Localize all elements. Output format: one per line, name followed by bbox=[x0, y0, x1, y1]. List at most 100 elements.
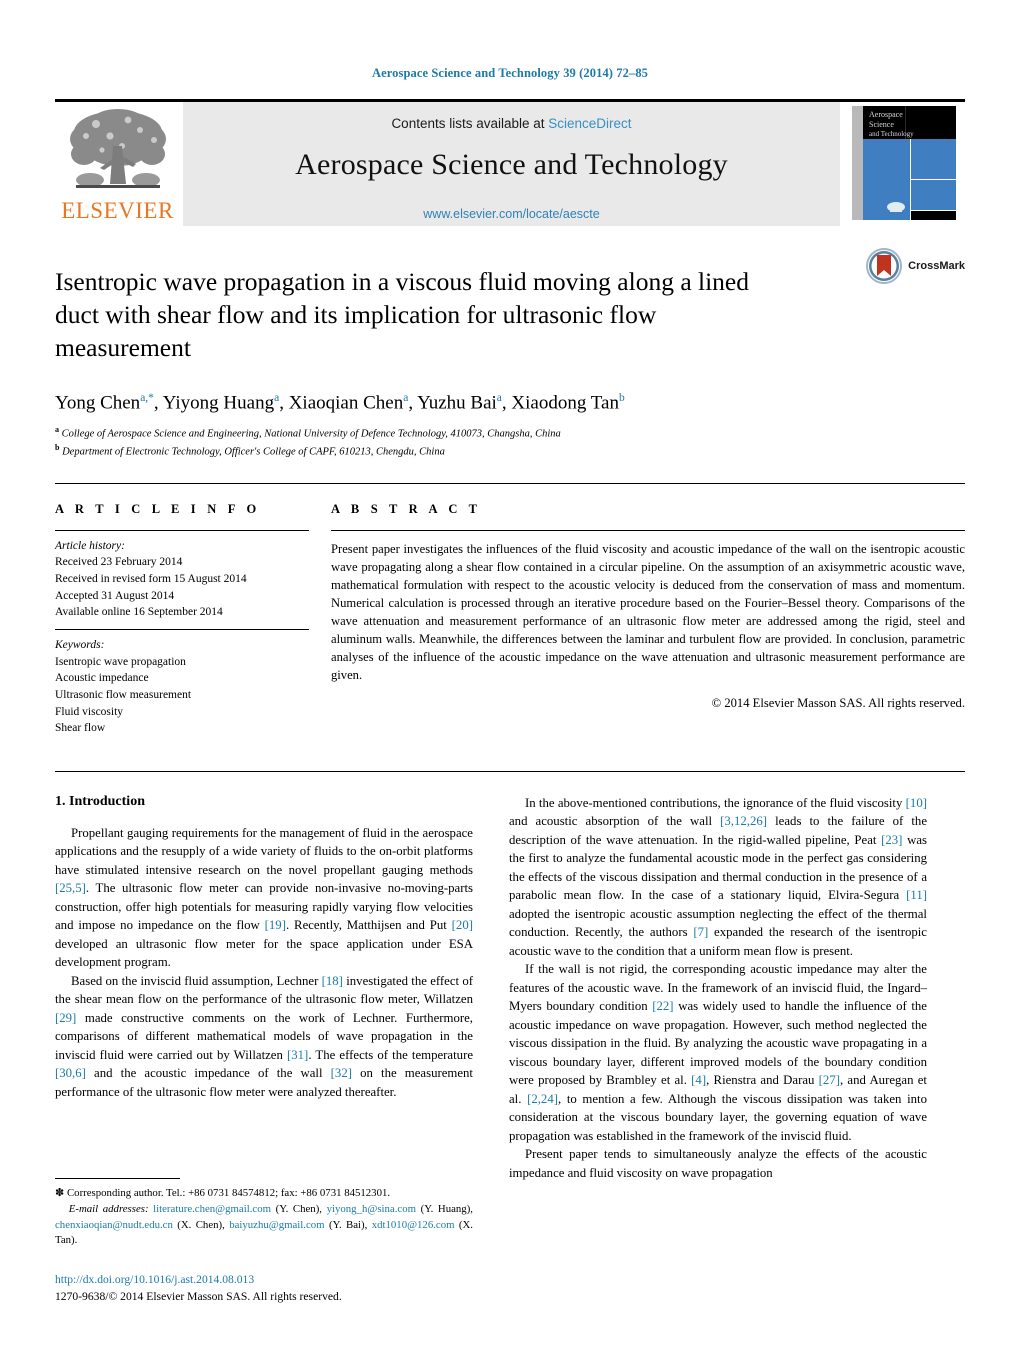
author-name: Yuzhu Bai bbox=[417, 392, 497, 413]
body-paragraph: Propellant gauging requirements for the … bbox=[55, 825, 473, 970]
article-history-group: Article history: Received 23 February 20… bbox=[55, 531, 309, 629]
affiliation-line: a College of Aerospace Science and Engin… bbox=[55, 424, 561, 440]
body-paragraph: In the above-mentioned contributions, th… bbox=[509, 795, 928, 958]
citation-link[interactable]: [19] bbox=[265, 918, 286, 932]
article-history-item: Received in revised form 15 August 2014 bbox=[55, 572, 247, 585]
journal-banner: Contents lists available at ScienceDirec… bbox=[183, 102, 840, 226]
article-history-lines: Received 23 February 2014 Received in rev… bbox=[55, 554, 309, 621]
elsevier-logo: ELSEVIER bbox=[55, 102, 180, 226]
journal-title: Aerospace Science and Technology bbox=[295, 148, 728, 181]
keywords-group: Keywords: Isentropic wave propagation Aco… bbox=[55, 630, 309, 745]
article-history-item: Accepted 31 August 2014 bbox=[55, 589, 175, 602]
email-link[interactable]: baiyuzhu@gmail.com bbox=[229, 1219, 324, 1231]
email-owner: (Y. Bai), bbox=[324, 1218, 372, 1231]
keyword-item: Acoustic impedance bbox=[55, 672, 149, 685]
keyword-item: Shear flow bbox=[55, 722, 106, 735]
crossmark-label: CrossMark bbox=[908, 260, 965, 272]
citation-link[interactable]: [27] bbox=[819, 1073, 840, 1087]
body-right-column: In the above-mentioned contributions, th… bbox=[509, 794, 927, 1182]
author-affiliation-mark: a bbox=[403, 391, 409, 404]
email-addresses-label: E-mail addresses: bbox=[55, 1202, 154, 1215]
crossmark-icon bbox=[866, 248, 903, 284]
citation-link[interactable]: [31] bbox=[287, 1048, 308, 1062]
body-divider bbox=[55, 770, 965, 772]
article-history-label: Article history: bbox=[55, 539, 125, 552]
abstract-column: A B S T R A C T Present paper investigat… bbox=[327, 502, 965, 745]
journal-cover-thumbnail: Aerospace Science and Technology bbox=[843, 102, 965, 226]
citation-link[interactable]: [30,6] bbox=[55, 1066, 86, 1080]
cover-image: Aerospace Science and Technology bbox=[850, 103, 958, 225]
citation-link[interactable]: [32] bbox=[331, 1066, 352, 1080]
keyword-item: Isentropic wave propagation bbox=[55, 655, 186, 668]
body-paragraph: If the wall is not rigid, the correspond… bbox=[509, 962, 927, 1143]
affiliation-list: a College of Aerospace Science and Engin… bbox=[55, 424, 965, 461]
footnote-text: ✽ Corresponding author. Tel.: +86 0731 8… bbox=[55, 1186, 473, 1249]
email-link[interactable]: xdt1010@126.com bbox=[372, 1219, 455, 1231]
crossmark-badge[interactable]: CrossMark bbox=[866, 248, 965, 284]
running-head: Aerospace Science and Technology 39 (201… bbox=[371, 66, 649, 80]
article-info-column: A R T I C L E I N F O Article history: R… bbox=[55, 502, 327, 745]
svg-text:and Technology: and Technology bbox=[869, 130, 914, 138]
email-link[interactable]: yiyong_h@sina.com bbox=[327, 1203, 416, 1215]
author-name: Yong Chen bbox=[55, 392, 141, 413]
citation-link[interactable]: [7] bbox=[693, 925, 708, 939]
right-paragraphs: In the above-mentioned contributions, th… bbox=[509, 794, 927, 1182]
author-affiliation-mark: b bbox=[618, 391, 625, 404]
author-list: Yong Chena,*, Yiyong Huanga, Xiaoqian Ch… bbox=[55, 391, 625, 413]
keyword-item: Fluid viscosity bbox=[55, 705, 124, 718]
elsevier-tree-icon bbox=[69, 109, 166, 188]
citation-link[interactable]: [25,5] bbox=[55, 881, 86, 895]
email-link[interactable]: chenxiaoqian@nudt.edu.cn bbox=[55, 1219, 173, 1231]
citation-link[interactable]: [18] bbox=[322, 974, 343, 988]
citation-link[interactable]: [4] bbox=[691, 1073, 706, 1087]
article-info-heading: A R T I C L E I N F O bbox=[55, 501, 261, 516]
citation-link[interactable]: [2,24] bbox=[527, 1092, 558, 1106]
article-history-item: Received 23 February 2014 bbox=[55, 556, 183, 569]
affiliation-line: b Department of Electronic Technology, O… bbox=[55, 443, 445, 458]
info-abstract-section: A R T I C L E I N F O Article history: R… bbox=[55, 482, 965, 745]
elsevier-wordmark: ELSEVIER bbox=[61, 198, 174, 223]
contents-available-line: Contents lists available at ScienceDirec… bbox=[391, 116, 631, 131]
footnote-block: ✽ Corresponding author. Tel.: +86 0731 8… bbox=[55, 1178, 473, 1249]
citation-link[interactable]: [20] bbox=[452, 918, 473, 932]
footnote-divider bbox=[55, 1178, 180, 1179]
journal-homepage-link[interactable]: www.elsevier.com/locate/aescte bbox=[423, 207, 599, 221]
corresponding-author-marker: ✽ bbox=[55, 1187, 67, 1199]
journal-masthead: ELSEVIER Contents lists available at Sci… bbox=[55, 99, 965, 226]
body-paragraph: Present paper tends to simultaneously an… bbox=[509, 1147, 927, 1180]
article-history-item: Available online 16 September 2014 bbox=[55, 606, 223, 619]
svg-text:Aerospace: Aerospace bbox=[869, 110, 903, 119]
author-affiliation-mark: a,* bbox=[140, 391, 154, 404]
author-name: Xiaodong Tan bbox=[511, 392, 619, 413]
svg-text:Science: Science bbox=[869, 120, 894, 129]
author-name: Yiyong Huang bbox=[162, 392, 275, 413]
body-columns: 1. Introduction Propellant gauging requi… bbox=[55, 794, 965, 1182]
author-affiliation-mark: a bbox=[496, 391, 502, 404]
keyword-item: Ultrasonic flow measurement bbox=[55, 688, 192, 701]
keywords-label: Keywords: bbox=[55, 638, 105, 651]
citation-link[interactable]: [11] bbox=[906, 888, 927, 902]
contents-prefix: Contents lists available at bbox=[391, 116, 549, 131]
email-link[interactable]: literature.chen@gmail.com bbox=[153, 1203, 271, 1215]
section-heading-introduction: 1. Introduction bbox=[55, 793, 145, 809]
email-owner: (Y. Chen), bbox=[271, 1202, 327, 1215]
abstract-heading: A B S T R A C T bbox=[331, 501, 482, 516]
citation-link[interactable]: [22] bbox=[652, 999, 673, 1013]
citation-link[interactable]: [10] bbox=[906, 796, 927, 810]
citation-link[interactable]: [23] bbox=[881, 833, 902, 847]
body-paragraph: Based on the inviscid fluid assumption, … bbox=[55, 973, 474, 1099]
affiliation-mark: a bbox=[55, 424, 59, 434]
abstract-text: Present paper investigates the influence… bbox=[331, 541, 965, 683]
keywords-lines: Isentropic wave propagation Acoustic impe… bbox=[55, 654, 309, 737]
citation-link[interactable]: [29] bbox=[55, 1011, 76, 1025]
citation-link[interactable]: [3,12,26] bbox=[720, 814, 767, 828]
issn-copyright-line: 1270-9638/© 2014 Elsevier Masson SAS. Al… bbox=[55, 1290, 342, 1304]
abstract-copyright: © 2014 Elsevier Masson SAS. All rights r… bbox=[711, 695, 965, 710]
sciencedirect-link[interactable]: ScienceDirect bbox=[548, 116, 631, 131]
paper-page: Aerospace Science and Technology 39 (201… bbox=[0, 0, 1020, 1351]
left-paragraphs: Propellant gauging requirements for the … bbox=[55, 824, 473, 1101]
email-owner: (Y. Huang), bbox=[416, 1202, 473, 1215]
doi-block: http://dx.doi.org/10.1016/j.ast.2014.08.… bbox=[55, 1271, 485, 1306]
doi-link[interactable]: http://dx.doi.org/10.1016/j.ast.2014.08.… bbox=[55, 1271, 485, 1288]
body-left-column: 1. Introduction Propellant gauging requi… bbox=[55, 794, 473, 1182]
